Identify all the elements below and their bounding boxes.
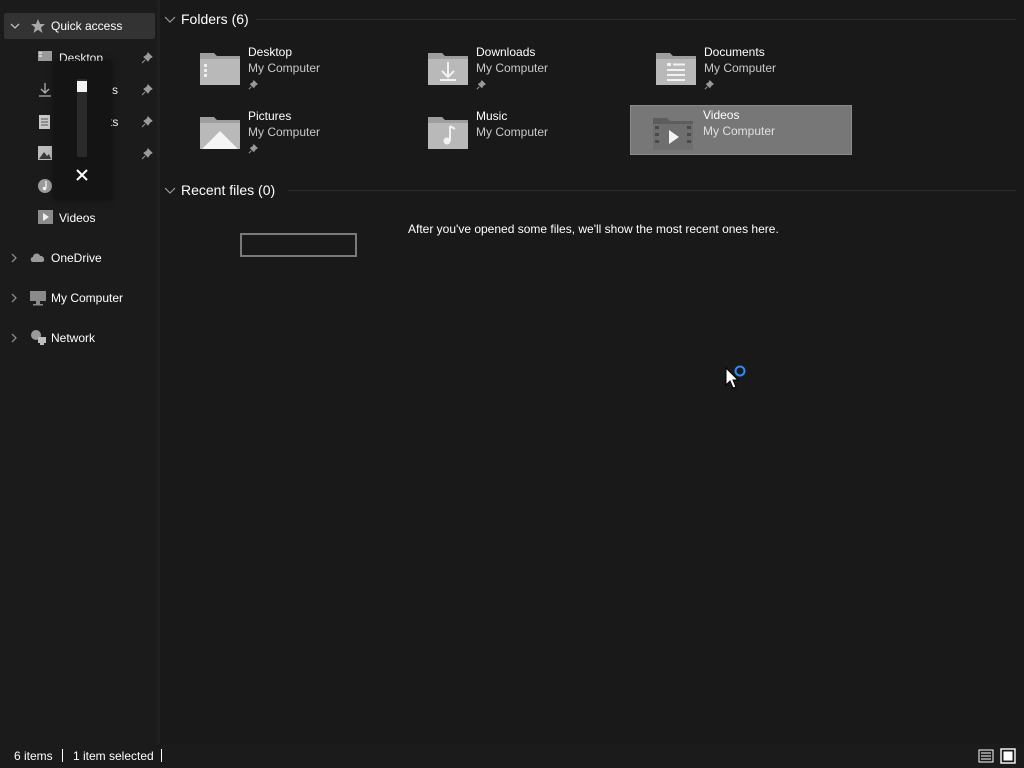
sidebar-item-my-computer[interactable]: My Computer	[0, 284, 157, 310]
video-icon	[38, 210, 54, 226]
network-icon	[30, 329, 46, 345]
chevron-right-icon[interactable]	[9, 333, 19, 343]
music-icon	[37, 178, 53, 194]
sidebar-item-onedrive[interactable]: OneDrive	[0, 244, 157, 270]
videos-folder-icon	[651, 112, 695, 152]
sidebar-item-label: Quick access	[51, 19, 123, 33]
folder-tile-desktop[interactable]: Desktop My Computer	[192, 42, 414, 92]
close-icon[interactable]	[74, 167, 90, 183]
folder-tile-downloads[interactable]: Downloads My Computer	[420, 42, 642, 92]
pin-icon[interactable]	[141, 116, 153, 128]
sidebar-item-quick-access[interactable]: Quick access	[4, 13, 155, 39]
pin-icon[interactable]	[141, 148, 153, 160]
selection-count: 1 item selected	[73, 749, 154, 763]
pictures-folder-icon	[198, 111, 242, 151]
folder-name: Desktop	[248, 45, 293, 59]
folder-location: My Computer	[703, 124, 776, 138]
volume-flyout[interactable]	[55, 61, 111, 199]
folder-location: My Computer	[248, 61, 321, 75]
pin-icon	[248, 79, 259, 90]
chevron-right-icon[interactable]	[9, 253, 19, 263]
chevron-right-icon[interactable]	[9, 293, 19, 303]
status-separator	[62, 749, 63, 762]
document-icon	[38, 114, 54, 130]
documents-folder-icon	[654, 47, 698, 87]
folder-location: My Computer	[476, 61, 549, 75]
tiles-view-icon[interactable]	[1000, 748, 1016, 764]
folder-name: Documents	[704, 45, 765, 59]
folders-section-header[interactable]: Folders (6)	[164, 8, 249, 30]
picture-icon	[38, 146, 54, 162]
desktop-folder-icon	[198, 47, 242, 87]
navigation-pane[interactable]: Quick access Desktop s ts Videos OneDriv…	[0, 0, 157, 744]
chevron-down-icon[interactable]	[164, 184, 176, 196]
folder-tile-pictures[interactable]: Pictures My Computer	[192, 106, 414, 156]
sidebar-item-label: Network	[51, 331, 96, 345]
folder-tile-documents[interactable]: Documents My Computer	[648, 42, 870, 92]
folder-tile-videos[interactable]: Videos My Computer	[630, 105, 852, 155]
pin-icon[interactable]	[141, 84, 153, 96]
volume-slider-thumb[interactable]	[77, 81, 87, 92]
folder-name: Downloads	[476, 45, 536, 59]
pin-icon	[476, 79, 487, 90]
folder-location: My Computer	[248, 125, 321, 139]
pin-icon	[248, 143, 259, 154]
folder-name: Music	[476, 109, 508, 123]
section-divider	[288, 190, 1016, 191]
desktop-icon	[37, 50, 53, 66]
folder-location: My Computer	[476, 125, 549, 139]
recent-files-section-header[interactable]: Recent files (0)	[164, 179, 275, 201]
sidebar-item-label: s	[112, 83, 118, 97]
section-title: Recent files (0)	[181, 182, 276, 198]
recent-files-empty-message: After you've opened some files, we'll sh…	[408, 222, 779, 236]
sidebar-item-label: My Computer	[51, 291, 124, 305]
details-view-icon[interactable]	[978, 748, 994, 764]
busy-cursor-icon	[724, 364, 750, 390]
chevron-down-icon[interactable]	[10, 21, 20, 31]
cloud-icon	[29, 250, 45, 266]
sidebar-item-label: Videos	[59, 211, 96, 225]
folder-tile-music[interactable]: Music My Computer	[420, 106, 642, 156]
pin-icon	[704, 79, 715, 90]
section-title: Folders (6)	[181, 11, 249, 27]
folder-location: My Computer	[704, 61, 777, 75]
sidebar-item-label: OneDrive	[51, 251, 102, 265]
file-explorer-window: Quick access Desktop s ts Videos OneDriv…	[0, 0, 1024, 768]
section-divider	[256, 19, 1016, 20]
item-count: 6 items	[14, 749, 53, 763]
folder-name: Videos	[703, 108, 740, 122]
sidebar-item-network[interactable]: Network	[0, 324, 157, 350]
computer-icon	[30, 290, 46, 306]
downloads-folder-icon	[426, 47, 470, 87]
content-pane[interactable]: Folders (6) Desktop My Computer Download…	[160, 0, 1024, 744]
pin-icon[interactable]	[141, 52, 153, 64]
download-icon	[37, 82, 53, 98]
star-icon	[30, 18, 46, 34]
sidebar-item-videos[interactable]: Videos	[0, 204, 157, 230]
status-bar: 6 items 1 item selected	[0, 744, 1024, 768]
status-separator	[161, 749, 162, 762]
music-folder-icon	[426, 111, 470, 151]
rename-box-placeholder	[240, 233, 357, 257]
chevron-down-icon[interactable]	[164, 13, 176, 25]
folder-name: Pictures	[248, 109, 292, 123]
